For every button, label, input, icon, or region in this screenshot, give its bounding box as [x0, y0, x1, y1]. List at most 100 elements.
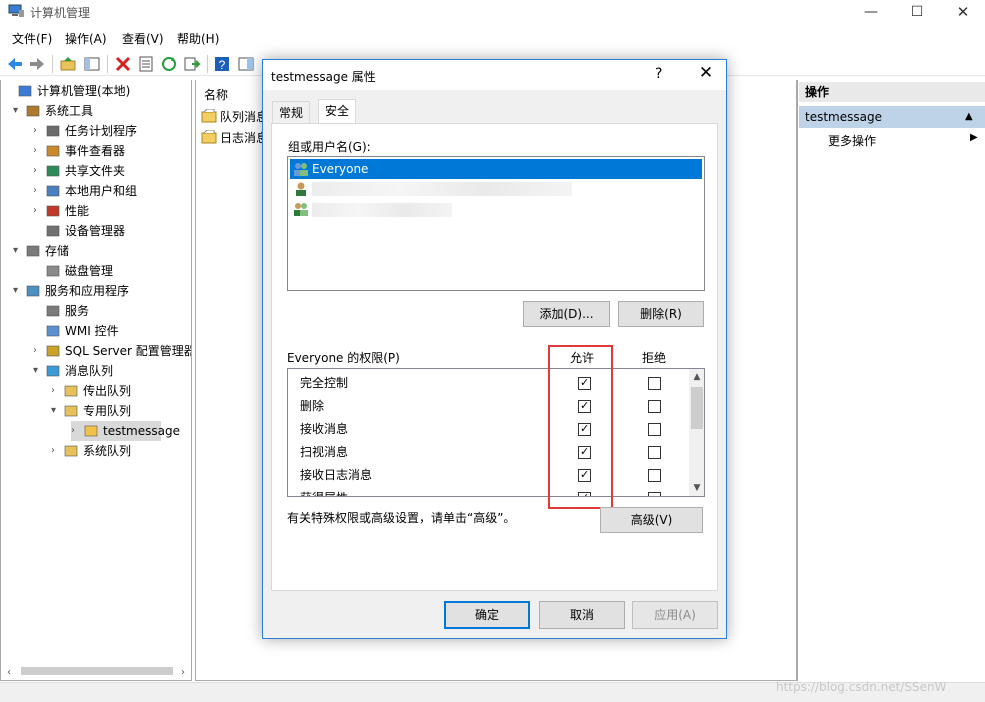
tree-item[interactable]: ▾ 专用队列 [51, 401, 189, 421]
help-icon[interactable]: ? [213, 55, 231, 73]
maximize-button[interactable]: ☐ [894, 0, 940, 24]
collapsed-chevron-icon[interactable]: › [33, 121, 43, 141]
expanded-chevron-icon[interactable]: ▾ [51, 401, 61, 421]
tree-item[interactable]: WMI 控件 [33, 321, 189, 341]
apply-button[interactable]: 应用(A) [632, 601, 718, 629]
tree-item[interactable]: ▾ 系统工具 [13, 101, 189, 121]
add-button[interactable]: 添加(D)... [523, 301, 610, 327]
user-row-everyone[interactable]: Everyone [290, 159, 702, 179]
collapsed-chevron-icon[interactable]: › [51, 381, 61, 401]
close-window-button[interactable]: ✕ [940, 0, 985, 24]
action-section-testmessage[interactable]: testmessage ▲ [799, 106, 985, 128]
dialog-title-bar: testmessage 属性 ? ✕ [263, 60, 726, 90]
ok-button[interactable]: 确定 [444, 601, 530, 629]
dialog-help-button[interactable]: ? [655, 66, 662, 82]
expanded-chevron-icon[interactable]: ▾ [13, 101, 23, 121]
expanded-chevron-icon[interactable]: ▾ [13, 241, 23, 261]
tree-item[interactable]: › 任务计划程序 [33, 121, 189, 141]
tree-horizontal-scrollbar[interactable]: ‹ › [5, 663, 189, 679]
tree-item-label: 计算机管理(本地) [37, 84, 131, 98]
forward-arrow-icon[interactable] [28, 55, 46, 73]
user-row-redacted[interactable] [290, 199, 702, 219]
message-queue-icon [46, 365, 60, 377]
permissions-list: 完全控制✓删除✓接收消息✓扫视消息✓接收日志消息✓获得属性✓ ▲ ▼ [287, 368, 705, 497]
tree-item[interactable]: › 本地用户和组 [33, 181, 189, 201]
tree-item-label: 任务计划程序 [65, 124, 138, 138]
tree-item[interactable]: › 系统队列 [51, 441, 189, 461]
menu-help[interactable]: 帮助(H) [177, 30, 219, 47]
group-or-user-label: 组或用户名(G): [288, 140, 371, 154]
scroll-thumb[interactable] [691, 387, 703, 429]
user-list[interactable]: Everyone [287, 156, 705, 291]
queue-folder-icon [84, 425, 98, 437]
expanded-chevron-icon[interactable]: ▾ [13, 281, 23, 301]
scroll-down-icon[interactable]: ▼ [689, 480, 704, 496]
collapsed-chevron-icon[interactable]: › [71, 421, 81, 441]
tree-item[interactable]: › testmessage [71, 421, 180, 441]
device-manager-icon [46, 225, 60, 237]
dialog-close-button[interactable]: ✕ [691, 63, 721, 83]
expanded-chevron-icon[interactable]: ▾ [33, 361, 43, 381]
tree-item[interactable]: › SQL Server 配置管理器 [33, 341, 191, 361]
computer-management-icon [8, 4, 24, 17]
tree-item-label: 事件查看器 [65, 144, 126, 158]
tree-item[interactable]: 计算机管理(本地) [5, 81, 189, 101]
cancel-button[interactable]: 取消 [539, 601, 625, 629]
tree-item[interactable]: › 事件查看器 [33, 141, 189, 161]
tree-item[interactable]: 设备管理器 [33, 221, 189, 241]
collapsed-chevron-icon[interactable]: › [33, 341, 43, 361]
menu-file[interactable]: 文件(F) [12, 30, 52, 47]
collapsed-chevron-icon[interactable]: › [51, 441, 61, 461]
tree-item[interactable]: › 传出队列 [51, 381, 189, 401]
allow-column-highlight [548, 345, 613, 509]
column-header-name[interactable]: 名称 [204, 86, 228, 103]
deny-checkbox[interactable] [648, 377, 661, 390]
tree-item[interactable]: › 性能 [33, 201, 189, 221]
show-hide-tree-icon[interactable] [83, 55, 101, 73]
export-list-icon[interactable] [183, 55, 201, 73]
remove-button[interactable]: 删除(R) [618, 301, 704, 327]
deny-checkbox[interactable] [648, 492, 661, 496]
more-actions-label: 更多操作 [828, 134, 877, 148]
back-arrow-icon[interactable] [6, 55, 24, 73]
deny-checkbox[interactable] [648, 469, 661, 482]
up-folder-icon[interactable] [59, 55, 77, 73]
deny-checkbox[interactable] [648, 446, 661, 459]
permissions-scrollbar[interactable]: ▲ ▼ [689, 369, 704, 496]
tree-item-label: 存储 [45, 244, 70, 258]
tree-item[interactable]: 服务 [33, 301, 189, 321]
more-actions-item[interactable]: 更多操作 ▶ [828, 132, 980, 152]
menu-action[interactable]: 操作(A) [65, 30, 107, 47]
collapsed-chevron-icon[interactable]: › [33, 141, 43, 161]
tree-item-label: testmessage [103, 424, 180, 438]
deny-checkbox[interactable] [648, 400, 661, 413]
collapsed-chevron-icon[interactable]: › [33, 161, 43, 181]
tree-item-label: 专用队列 [83, 404, 132, 418]
tree-item[interactable]: ▾ 消息队列 [33, 361, 189, 381]
tab-general[interactable]: 常规 [272, 101, 311, 123]
scroll-up-icon[interactable]: ▲ [689, 369, 704, 385]
collapsed-chevron-icon[interactable]: › [33, 201, 43, 221]
menu-view[interactable]: 查看(V) [122, 30, 164, 47]
properties-dialog: testmessage 属性 ? ✕ 常规 安全 组或用户名(G): Every… [262, 59, 727, 639]
folder-icon [64, 405, 78, 417]
minimize-button[interactable]: — [848, 0, 894, 24]
show-action-pane-icon[interactable] [237, 55, 255, 73]
properties-icon[interactable] [137, 55, 155, 73]
tree-item[interactable]: › 共享文件夹 [33, 161, 189, 181]
tree-item[interactable]: 磁盘管理 [33, 261, 189, 281]
user-name: Everyone [312, 162, 369, 176]
tab-security[interactable]: 安全 [318, 99, 357, 123]
tree-item[interactable]: ▾ 存储 [13, 241, 189, 261]
collapsed-chevron-icon[interactable]: › [33, 181, 43, 201]
action-pane-header: 操作 [799, 82, 985, 102]
services-apps-icon [26, 285, 40, 297]
deny-checkbox[interactable] [648, 423, 661, 436]
refresh-icon[interactable] [160, 55, 178, 73]
collapse-icon[interactable]: ▲ [965, 106, 973, 128]
advanced-button[interactable]: 高级(V) [600, 507, 703, 533]
clock-icon [46, 125, 60, 137]
tree-item[interactable]: ▾ 服务和应用程序 [13, 281, 189, 301]
user-row-redacted[interactable] [290, 179, 702, 199]
delete-icon[interactable] [114, 55, 132, 73]
